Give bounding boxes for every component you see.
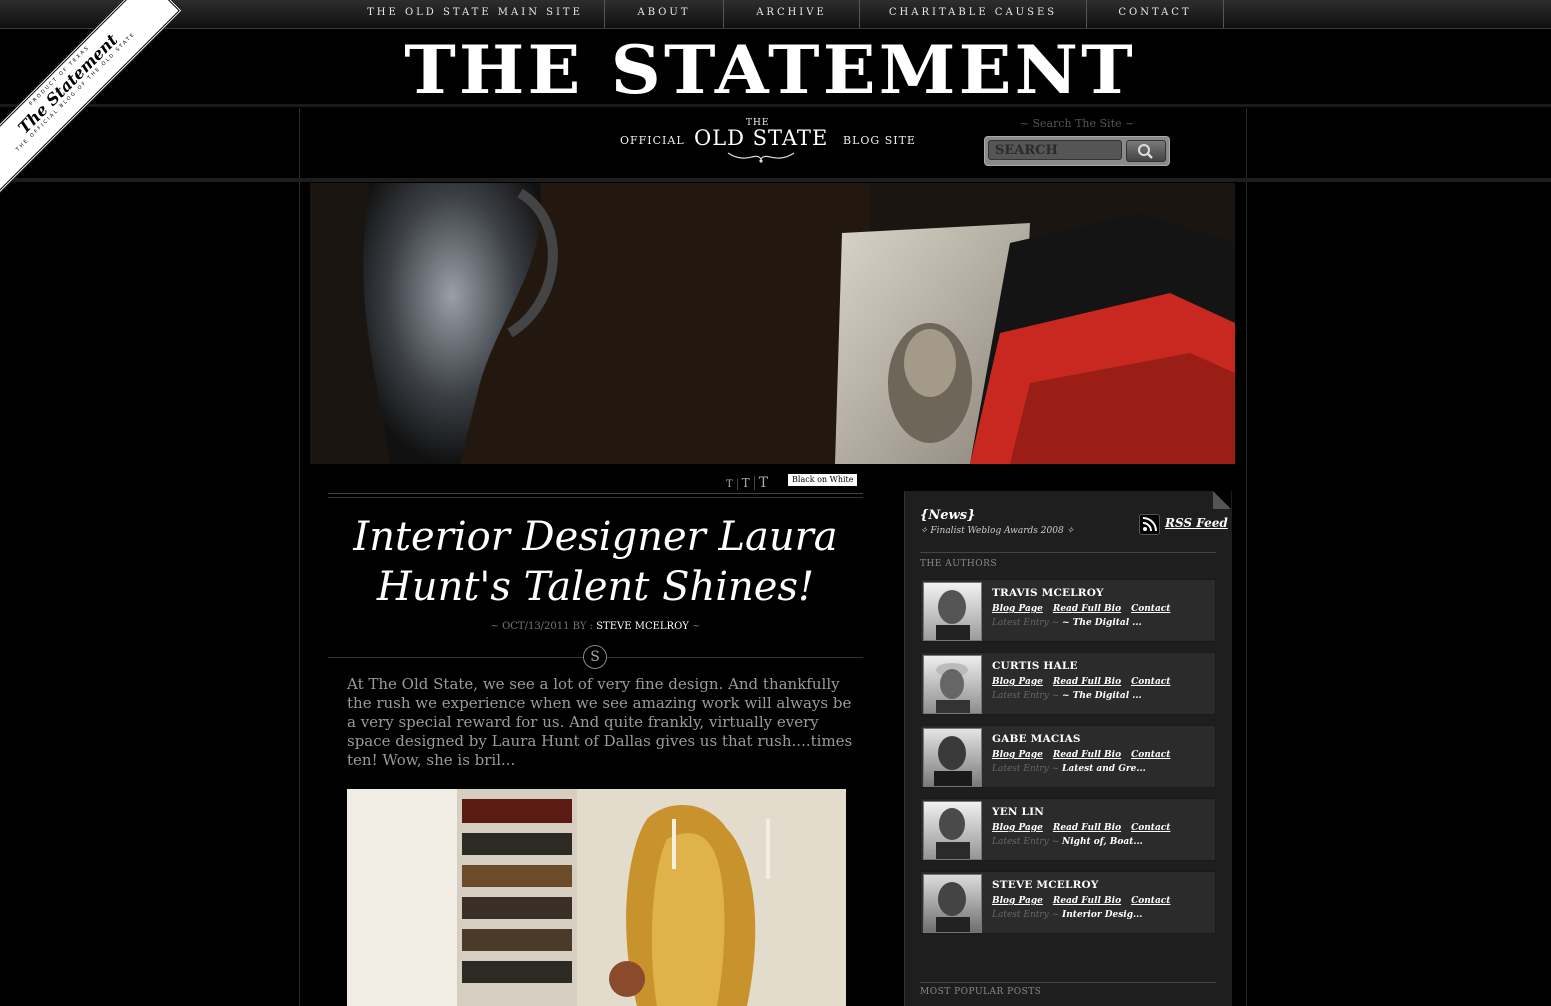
search-button[interactable] (1126, 140, 1166, 162)
post-date: ~ OCT/13/2011 BY : (490, 621, 594, 632)
read-full-bio-link[interactable]: Read Full Bio (1053, 750, 1121, 760)
author-name[interactable]: STEVE MCELROY (992, 879, 1099, 891)
blog-page-link[interactable]: Blog Page (992, 823, 1043, 833)
latest-entry-label: Latest Entry ~ (992, 837, 1060, 847)
author-card: STEVE MCELROY Blog Page Read Full Bio Cont… (920, 871, 1216, 934)
nav-contact[interactable]: Contact (1087, 0, 1224, 28)
news-award: ✧ Finalist Weblog Awards 2008 ✧ (920, 526, 1075, 536)
tagline-blog-site: BLOG SITE (843, 134, 916, 147)
text-size-small-button[interactable]: T (722, 479, 738, 490)
contact-link[interactable]: Contact (1131, 823, 1170, 833)
old-state-emblem-icon: S (583, 645, 607, 669)
author-latest-entry: Latest Entry ~ Interior Desig... (992, 910, 1142, 920)
post-title[interactable]: Interior Designer Laura Hunt's Talent Sh… (328, 512, 863, 612)
logo-swash-icon (727, 152, 795, 163)
contact-link[interactable]: Contact (1131, 677, 1170, 687)
latest-entry-label: Latest Entry ~ (992, 910, 1060, 920)
nav-about[interactable]: About (605, 0, 724, 28)
post-image[interactable] (347, 789, 846, 1006)
read-full-bio-link[interactable]: Read Full Bio (1053, 677, 1121, 687)
avatar[interactable] (923, 801, 982, 860)
author-links: Blog Page Read Full Bio Contact (992, 823, 1180, 833)
news-title: {News} (920, 508, 976, 523)
blog-page-link[interactable]: Blog Page (992, 677, 1043, 687)
latest-entry-label: Latest Entry ~ (992, 618, 1060, 628)
author-card: YEN LIN Blog Page Read Full Bio Contact La… (920, 798, 1216, 861)
nav-archive[interactable]: Archive (724, 0, 860, 28)
author-name[interactable]: TRAVIS MCELROY (992, 587, 1104, 599)
search-input[interactable] (988, 140, 1122, 160)
contact-link[interactable]: Contact (1131, 750, 1170, 760)
latest-entry-label: Latest Entry ~ (992, 764, 1060, 774)
site-title[interactable]: THE STATEMENT (350, 36, 1190, 104)
text-size-controls: TTT (722, 472, 772, 491)
read-full-bio-link[interactable]: Read Full Bio (1053, 896, 1121, 906)
latest-entry-label: Latest Entry ~ (992, 691, 1060, 701)
latest-entry-link[interactable]: ~ The Digital ... (1062, 618, 1142, 628)
author-name[interactable]: CURTIS HALE (992, 660, 1078, 672)
rss-glyph-icon (1142, 517, 1157, 532)
author-links: Blog Page Read Full Bio Contact (992, 677, 1180, 687)
hero-photo (310, 183, 1235, 464)
author-links: Blog Page Read Full Bio Contact (992, 604, 1180, 614)
search-box (984, 136, 1170, 166)
latest-entry-link[interactable]: Latest and Gre... (1062, 764, 1146, 774)
author-latest-entry: Latest Entry ~ Night of, Boat... (992, 837, 1143, 847)
old-state-logo[interactable]: OLD STATE (694, 126, 828, 150)
blog-page-link[interactable]: Blog Page (992, 604, 1043, 614)
post-top-rule (328, 493, 863, 498)
search-caption: ~ Search The Site ~ (1019, 117, 1135, 130)
popular-rule (920, 982, 1216, 983)
search-icon (1138, 144, 1153, 159)
authors-heading: THE AUTHORS (920, 559, 998, 569)
rss-icon[interactable] (1139, 514, 1160, 535)
read-full-bio-link[interactable]: Read Full Bio (1053, 823, 1121, 833)
news-rule (920, 552, 1216, 553)
latest-entry-link[interactable]: Night of, Boat... (1062, 837, 1143, 847)
avatar[interactable] (923, 655, 982, 714)
author-latest-entry: Latest Entry ~ ~ The Digital ... (992, 618, 1142, 628)
author-card: CURTIS HALE Blog Page Read Full Bio Contac… (920, 652, 1216, 715)
post-author-link[interactable]: STEVE MCELROY (596, 621, 689, 632)
avatar[interactable] (923, 582, 982, 641)
author-card: TRAVIS MCELROY Blog Page Read Full Bio Con… (920, 579, 1216, 642)
text-size-large-button[interactable]: T (755, 475, 772, 491)
most-popular-heading: MOST POPULAR POSTS (920, 987, 1042, 997)
tagline-official: OFFICIAL (620, 134, 685, 147)
page-curl-corner (1213, 491, 1231, 509)
contact-link[interactable]: Contact (1131, 604, 1170, 614)
black-on-white-button[interactable]: Black on White (788, 474, 858, 486)
nav-main-site[interactable]: The Old State Main Site (346, 0, 605, 28)
post-excerpt: At The Old State, we see a lot of very f… (347, 675, 853, 769)
contact-link[interactable]: Contact (1131, 896, 1170, 906)
author-latest-entry: Latest Entry ~ ~ The Digital ... (992, 691, 1142, 701)
post-photo (347, 789, 846, 1006)
avatar[interactable] (923, 874, 982, 933)
hero-image (310, 183, 1235, 464)
post-meta: ~ OCT/13/2011 BY : STEVE MCELROY ~ (328, 621, 863, 632)
author-latest-entry: Latest Entry ~ Latest and Gre... (992, 764, 1146, 774)
rss-feed-link[interactable]: RSS Feed (1165, 516, 1228, 530)
blog-page-link[interactable]: Blog Page (992, 896, 1043, 906)
top-navigation: The Old State Main Site About Archive Ch… (0, 0, 1551, 29)
text-size-medium-button[interactable]: T (738, 476, 755, 490)
author-card: GABE MACIAS Blog Page Read Full Bio Contac… (920, 725, 1216, 788)
author-name[interactable]: YEN LIN (992, 806, 1044, 818)
author-links: Blog Page Read Full Bio Contact (992, 750, 1180, 760)
avatar[interactable] (923, 728, 982, 787)
nav-charitable-causes[interactable]: Charitable Causes (860, 0, 1087, 28)
latest-entry-link[interactable]: ~ The Digital ... (1062, 691, 1142, 701)
author-links: Blog Page Read Full Bio Contact (992, 896, 1180, 906)
post-meta-suffix: ~ (692, 621, 701, 632)
latest-entry-link[interactable]: Interior Desig... (1062, 910, 1142, 920)
blog-page-link[interactable]: Blog Page (992, 750, 1043, 760)
author-name[interactable]: GABE MACIAS (992, 733, 1081, 745)
read-full-bio-link[interactable]: Read Full Bio (1053, 604, 1121, 614)
